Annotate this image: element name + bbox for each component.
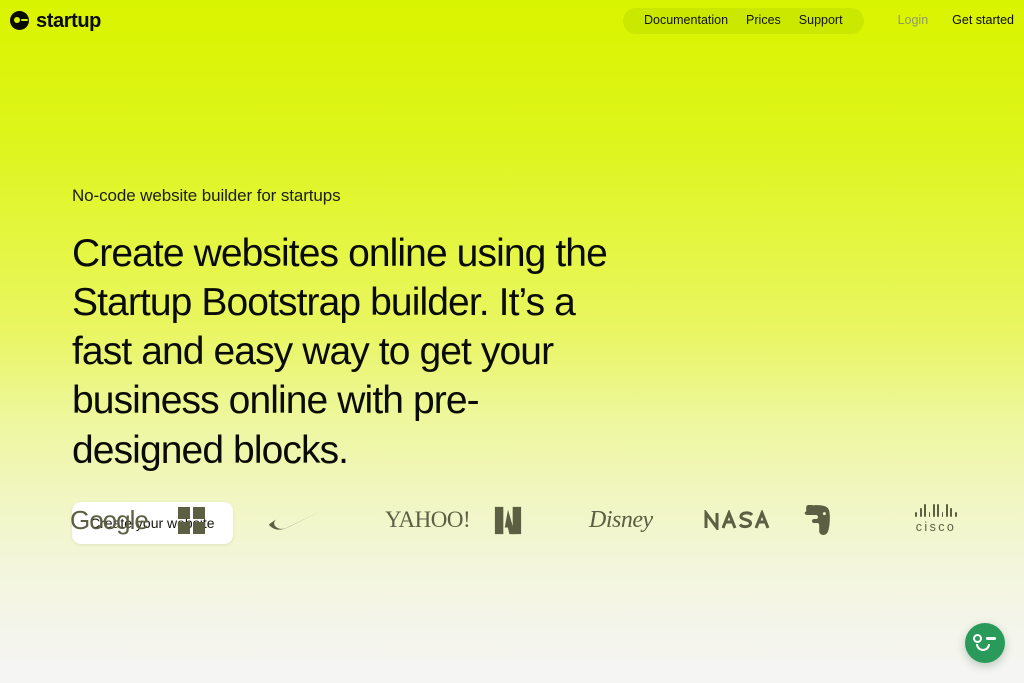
page-root: startup Documentation Prices Support Log… xyxy=(0,0,1024,683)
face-dot-dash-icon xyxy=(10,11,29,30)
disney-wordmark: Disney xyxy=(589,506,653,533)
logo-disney: Disney xyxy=(589,490,704,550)
logo-cisco: cisco xyxy=(896,490,976,550)
logo-nasa xyxy=(704,490,804,550)
google-wordmark: Google xyxy=(70,504,149,535)
get-started-link[interactable]: Get started xyxy=(940,14,1014,27)
hero-headline: Create websites online using the Startup… xyxy=(72,232,608,472)
nav-link-support[interactable]: Support xyxy=(790,14,852,27)
brand-logo-strip: Google YAHOO! Disney cisco xyxy=(70,490,960,550)
evernote-elephant-icon xyxy=(804,505,830,535)
nav-link-documentation[interactable]: Documentation xyxy=(635,14,737,27)
cisco-bars-icon xyxy=(896,504,976,517)
logo-evernote xyxy=(804,490,896,550)
logo-yahoo: YAHOO! xyxy=(385,490,493,550)
microsoft-squares-icon xyxy=(178,506,205,534)
brand-name: startup xyxy=(36,9,101,32)
nike-swoosh-icon xyxy=(269,509,324,530)
nav-link-prices[interactable]: Prices xyxy=(737,14,790,27)
logo-adobe xyxy=(493,490,589,550)
hero-eyebrow: No-code website builder for startups xyxy=(72,186,341,205)
logo-google: Google xyxy=(70,490,178,550)
adobe-a-icon xyxy=(494,506,522,534)
nav-pill: Documentation Prices Support xyxy=(622,7,864,34)
yahoo-wordmark: YAHOO! xyxy=(385,507,471,532)
login-link[interactable]: Login xyxy=(886,14,941,27)
page-bottom-strip xyxy=(0,660,1024,683)
chat-face-icon xyxy=(972,632,998,654)
site-header: startup Documentation Prices Support Log… xyxy=(0,0,1024,41)
chat-widget-button[interactable] xyxy=(965,623,1005,663)
logo-microsoft xyxy=(178,490,268,550)
header-nav: Documentation Prices Support Login Get s… xyxy=(622,7,1014,34)
logo-nike xyxy=(268,490,385,550)
nasa-worm-icon xyxy=(704,510,770,530)
auth-links: Login Get started xyxy=(886,14,1014,27)
cisco-wordmark: cisco xyxy=(915,520,957,534)
brand-logo-link[interactable]: startup xyxy=(10,11,101,31)
